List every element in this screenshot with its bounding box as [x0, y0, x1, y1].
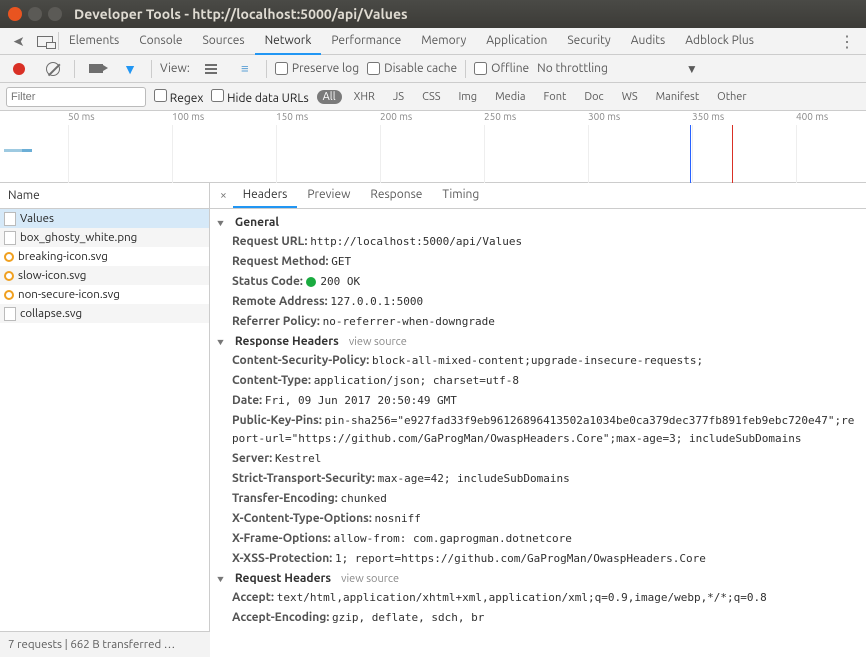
- filter-type-js[interactable]: JS: [387, 90, 410, 104]
- waterfall-icon[interactable]: ≡: [232, 58, 258, 80]
- window-titlebar: Developer Tools - http://localhost:5000/…: [0, 0, 866, 28]
- filter-icon[interactable]: ▼: [117, 58, 143, 80]
- name-column-header[interactable]: Name: [0, 183, 209, 209]
- request-name: non-secure-icon.svg: [18, 288, 120, 301]
- request-name: Values: [20, 212, 54, 225]
- request-row[interactable]: Values: [0, 209, 209, 228]
- detail-tab-timing[interactable]: Timing: [432, 183, 489, 208]
- tab-adblock-plus[interactable]: Adblock Plus: [675, 28, 764, 55]
- device-toolbar-icon[interactable]: [32, 30, 58, 52]
- network-toolbar: ▼ View: ≡ Preserve log Disable cache Off…: [0, 55, 866, 83]
- filter-type-img[interactable]: Img: [452, 90, 483, 104]
- tab-application[interactable]: Application: [476, 28, 557, 55]
- request-detail-panel: × HeadersPreviewResponseTiming General R…: [210, 183, 866, 631]
- request-row[interactable]: slow-icon.svg: [0, 266, 209, 285]
- tab-console[interactable]: Console: [129, 28, 192, 55]
- close-detail-icon[interactable]: ×: [214, 189, 233, 202]
- clear-icon[interactable]: [40, 58, 66, 80]
- svg-file-icon: [4, 290, 14, 300]
- timeline-tick: 200 ms: [380, 111, 412, 122]
- inspect-element-icon[interactable]: ➤: [6, 30, 32, 52]
- filter-type-xhr[interactable]: XHR: [348, 90, 381, 104]
- timeline-tick: 150 ms: [276, 111, 308, 122]
- minimize-icon[interactable]: [28, 7, 42, 21]
- detail-tab-response[interactable]: Response: [360, 183, 432, 208]
- record-icon[interactable]: [6, 58, 32, 80]
- timeline-overview[interactable]: 50 ms 100 ms 150 ms 200 ms 250 ms 300 ms 350 m…: [0, 111, 866, 183]
- svg-file-icon: [4, 271, 14, 281]
- filter-type-other[interactable]: Other: [711, 90, 752, 104]
- filter-type-media[interactable]: Media: [489, 90, 531, 104]
- status-ok-icon: [306, 277, 316, 287]
- view-label: View:: [160, 62, 190, 75]
- document-icon: [4, 212, 16, 226]
- request-name: collapse.svg: [20, 307, 82, 320]
- request-list-panel: Name Values box_ghosty_white.png breaking-…: [0, 183, 210, 631]
- response-headers-section[interactable]: Response Headersview source: [210, 332, 866, 351]
- timeline-tick: 50 ms: [68, 111, 95, 122]
- document-icon: [4, 231, 16, 245]
- detail-tab-preview[interactable]: Preview: [297, 183, 360, 208]
- detail-tabs: × HeadersPreviewResponseTiming: [210, 183, 866, 209]
- preserve-log-checkbox[interactable]: Preserve log: [275, 62, 359, 75]
- throttling-select[interactable]: No throttling: [537, 62, 608, 75]
- filter-type-all[interactable]: All: [317, 90, 342, 104]
- detail-tab-headers[interactable]: Headers: [233, 183, 298, 208]
- filter-type-ws[interactable]: WS: [616, 90, 644, 104]
- request-row[interactable]: breaking-icon.svg: [0, 247, 209, 266]
- maximize-icon[interactable]: [48, 7, 62, 21]
- tab-audits[interactable]: Audits: [621, 28, 676, 55]
- tab-performance[interactable]: Performance: [321, 28, 411, 55]
- timeline-tick: 350 ms: [692, 111, 724, 122]
- filter-type-font[interactable]: Font: [538, 90, 573, 104]
- request-name: box_ghosty_white.png: [20, 231, 137, 244]
- filter-type-css[interactable]: CSS: [416, 90, 446, 104]
- offline-checkbox[interactable]: Offline: [474, 62, 529, 75]
- tab-memory[interactable]: Memory: [411, 28, 476, 55]
- large-rows-icon[interactable]: [198, 58, 224, 80]
- document-icon: [4, 307, 16, 321]
- filter-input[interactable]: [6, 87, 146, 107]
- timeline-tick: 400 ms: [796, 111, 828, 122]
- request-row[interactable]: non-secure-icon.svg: [0, 285, 209, 304]
- filter-type-doc[interactable]: Doc: [578, 90, 609, 104]
- timeline-tick: 100 ms: [172, 111, 204, 122]
- chevron-down-icon[interactable]: ▼: [686, 62, 698, 76]
- request-row[interactable]: box_ghosty_white.png: [0, 228, 209, 247]
- window-controls: [8, 7, 62, 21]
- request-name: slow-icon.svg: [18, 269, 86, 282]
- request-row[interactable]: collapse.svg: [0, 304, 209, 323]
- kebab-menu-icon[interactable]: ⋮: [834, 30, 860, 52]
- tab-elements[interactable]: Elements: [59, 28, 129, 55]
- view-source-link[interactable]: view source: [349, 336, 407, 348]
- tab-sources[interactable]: Sources: [192, 28, 254, 55]
- request-name: breaking-icon.svg: [18, 250, 108, 263]
- filter-bar: Regex Hide data URLs All XHR JS CSS Img Media…: [0, 83, 866, 111]
- filter-type-manifest[interactable]: Manifest: [650, 90, 706, 104]
- hide-data-urls-checkbox[interactable]: Hide data URLs: [211, 89, 308, 105]
- request-headers-section[interactable]: Request Headersview source: [210, 569, 866, 588]
- svg-file-icon: [4, 252, 14, 262]
- regex-checkbox[interactable]: Regex: [154, 89, 203, 105]
- disable-cache-checkbox[interactable]: Disable cache: [367, 62, 457, 75]
- panel-tabs: ➤ ElementsConsoleSourcesNetworkPerforman…: [0, 28, 866, 55]
- timeline-tick: 250 ms: [484, 111, 516, 122]
- view-source-link[interactable]: view source: [341, 573, 399, 585]
- camera-icon[interactable]: [83, 58, 109, 80]
- status-bar: 7 requests | 662 B transferred …: [0, 631, 210, 657]
- tab-security[interactable]: Security: [557, 28, 620, 55]
- window-title: Developer Tools - http://localhost:5000/…: [74, 6, 408, 22]
- timeline-tick: 300 ms: [588, 111, 620, 122]
- close-icon[interactable]: [8, 7, 22, 21]
- tab-network[interactable]: Network: [255, 28, 322, 55]
- general-section[interactable]: General: [210, 213, 866, 232]
